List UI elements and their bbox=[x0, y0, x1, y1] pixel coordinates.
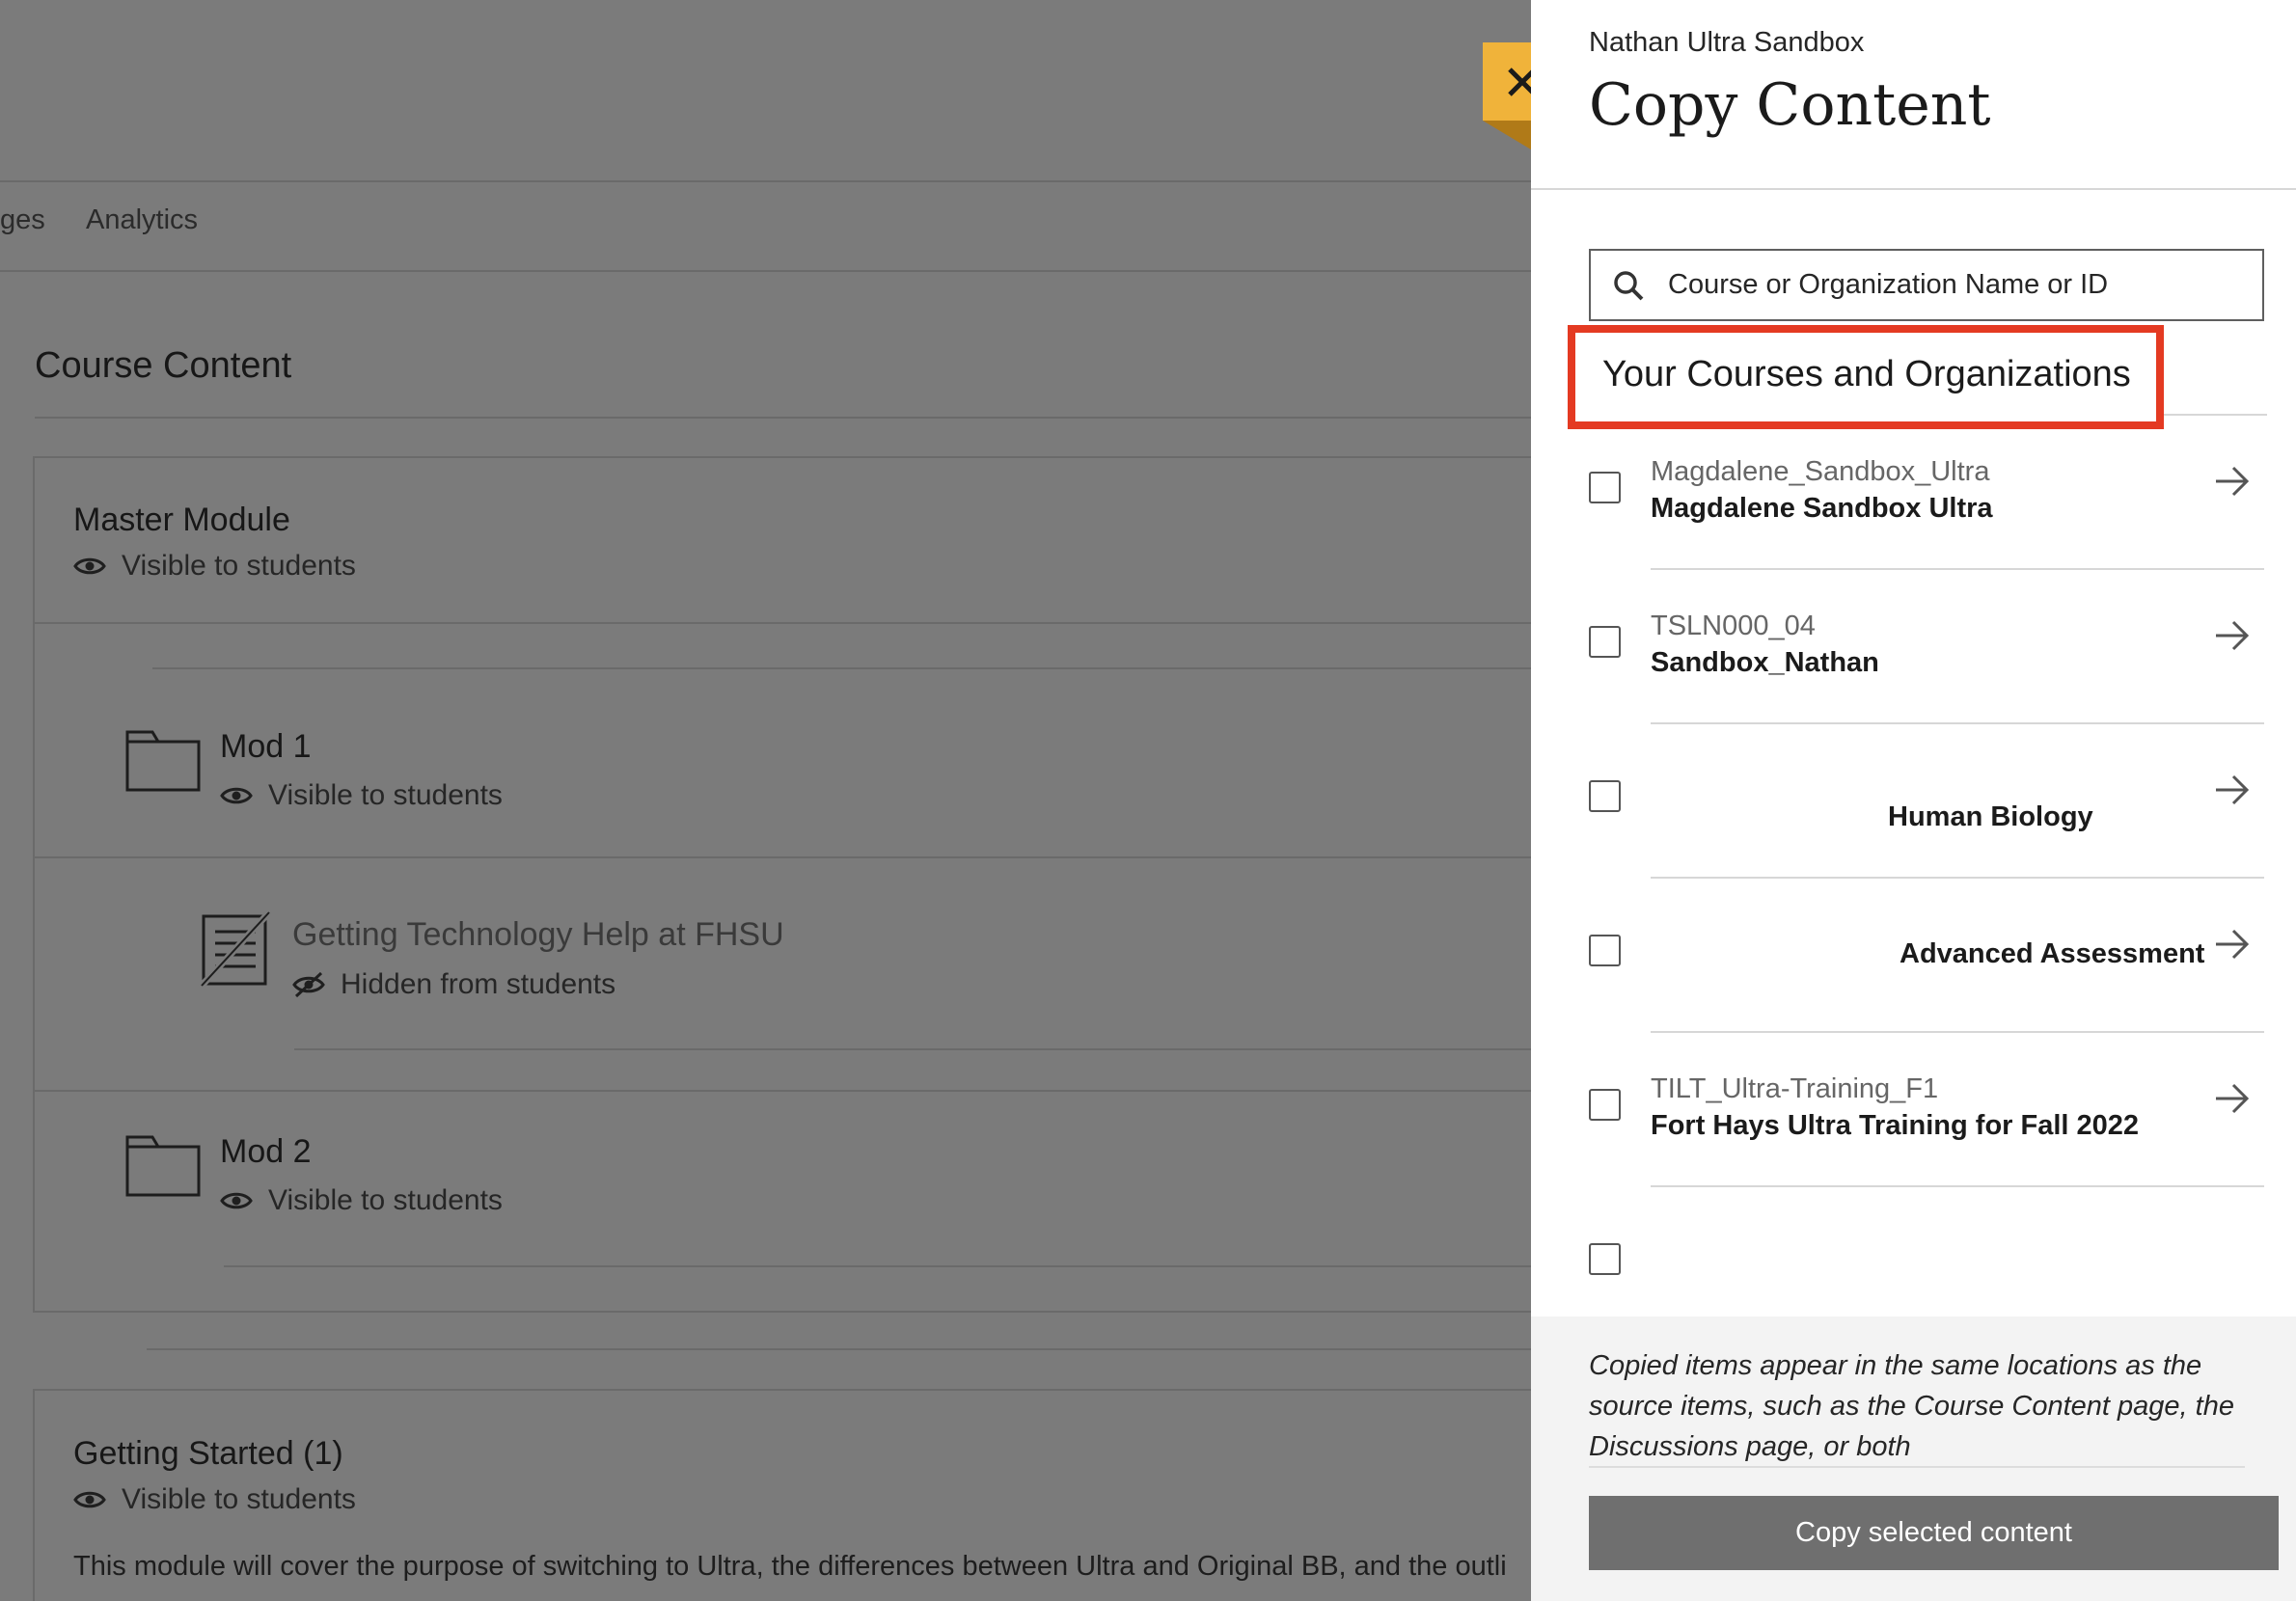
getting-started-visibility[interactable]: Visible to students bbox=[73, 1483, 356, 1516]
course-checkbox[interactable] bbox=[1589, 1089, 1621, 1121]
course-checkbox[interactable] bbox=[1589, 780, 1621, 812]
master-module-title[interactable]: Master Module bbox=[73, 502, 290, 539]
eye-icon bbox=[220, 787, 253, 804]
panel-footer: Copied items appear in the same location… bbox=[1531, 1316, 2296, 1601]
getting-started-top-divider bbox=[147, 1348, 1531, 1350]
course-checkbox[interactable] bbox=[1589, 935, 1621, 966]
nav-tab-messages[interactable]: ges bbox=[0, 204, 45, 236]
eye-hidden-icon bbox=[292, 971, 325, 998]
mod1-divider bbox=[33, 856, 1531, 858]
nav-divider bbox=[0, 270, 1531, 272]
course-id: TILT_Ultra-Training_F1 bbox=[1651, 1073, 1939, 1104]
nav-tab-analytics[interactable]: Analytics bbox=[86, 204, 198, 236]
getting-started-description: This module will cover the purpose of sw… bbox=[73, 1551, 1507, 1582]
course-name: Magdalene Sandbox Ultra bbox=[1651, 493, 1993, 524]
course-row[interactable]: TILT_Ultra-Training_F1 Fort Hays Ultra T… bbox=[1589, 1033, 2264, 1187]
arrow-right-icon[interactable] bbox=[2212, 771, 2251, 809]
course-name: Advanced Assessment bbox=[1900, 938, 2205, 969]
course-row[interactable]: Advanced Assessment bbox=[1589, 879, 2264, 1033]
course-name: Sandbox_Nathan bbox=[1651, 647, 1879, 678]
arrow-right-icon[interactable] bbox=[2212, 1079, 2251, 1118]
mod2-title[interactable]: Mod 2 bbox=[220, 1133, 312, 1171]
course-checkbox[interactable] bbox=[1589, 626, 1621, 658]
course-name: Fort Hays Ultra Training for Fall 2022 bbox=[1651, 1110, 2140, 1141]
mod2-visibility[interactable]: Visible to students bbox=[220, 1184, 503, 1217]
panel-course-name: Nathan Ultra Sandbox bbox=[1589, 27, 1865, 58]
folder-icon bbox=[125, 1135, 201, 1197]
course-name: Human Biology bbox=[1888, 801, 2093, 832]
section-heading: Your Courses and Organizations bbox=[1602, 354, 2131, 394]
hidden-item-title[interactable]: Getting Technology Help at FHSU bbox=[292, 916, 784, 954]
hidden-item-visibility[interactable]: Hidden from students bbox=[292, 968, 615, 1001]
search-input[interactable] bbox=[1668, 269, 2247, 301]
panel-header-divider bbox=[1531, 188, 2296, 190]
mod1-visibility[interactable]: Visible to students bbox=[220, 779, 503, 812]
mod2-divider bbox=[224, 1265, 1531, 1267]
panel-title: Copy Content bbox=[1589, 71, 1991, 139]
master-module-visibility[interactable]: Visible to students bbox=[73, 550, 356, 583]
footer-divider bbox=[1589, 1466, 2245, 1468]
course-checkbox[interactable] bbox=[1589, 472, 1621, 503]
search-field[interactable] bbox=[1589, 249, 2264, 321]
master-module-divider bbox=[33, 622, 1531, 624]
course-content-divider bbox=[35, 417, 1531, 419]
course-page-background: ges Analytics Course Content Master Modu… bbox=[0, 0, 1531, 1601]
arrow-right-icon[interactable] bbox=[2212, 462, 2251, 501]
course-row[interactable]: TSLN000_04 Sandbox_Nathan bbox=[1589, 570, 2264, 724]
getting-started-title[interactable]: Getting Started (1) bbox=[73, 1435, 343, 1473]
course-id: Magdalene_Sandbox_Ultra bbox=[1651, 456, 1990, 487]
eye-icon bbox=[220, 1192, 253, 1209]
arrow-right-icon[interactable] bbox=[2212, 925, 2251, 963]
close-tab-fold bbox=[1483, 121, 1531, 149]
arrow-right-icon[interactable] bbox=[2212, 616, 2251, 655]
mod1-top-divider bbox=[152, 667, 1531, 669]
course-row[interactable] bbox=[1589, 1187, 2264, 1316]
course-id: TSLN000_04 bbox=[1651, 611, 1816, 641]
hidden-item-divider bbox=[294, 1048, 1531, 1050]
course-content-heading: Course Content bbox=[35, 345, 292, 386]
copy-info-note: Copied items appear in the same location… bbox=[1589, 1350, 2234, 1462]
course-checkbox[interactable] bbox=[1589, 1243, 1621, 1275]
copy-content-panel: Nathan Ultra Sandbox Copy Content Your C… bbox=[1531, 0, 2296, 1601]
course-row[interactable]: Magdalene_Sandbox_Ultra Magdalene Sandbo… bbox=[1589, 416, 2264, 570]
search-icon bbox=[1614, 270, 1644, 300]
eye-icon bbox=[73, 1491, 106, 1508]
course-row[interactable]: Human Biology bbox=[1589, 724, 2264, 879]
document-hidden-icon bbox=[199, 910, 272, 989]
copy-selected-content-button[interactable]: Copy selected content bbox=[1589, 1496, 2279, 1570]
mod2-top-divider bbox=[33, 1090, 1531, 1092]
mod1-title[interactable]: Mod 1 bbox=[220, 728, 312, 766]
eye-icon bbox=[73, 557, 106, 575]
folder-icon bbox=[125, 730, 201, 792]
header-divider bbox=[0, 180, 1531, 182]
